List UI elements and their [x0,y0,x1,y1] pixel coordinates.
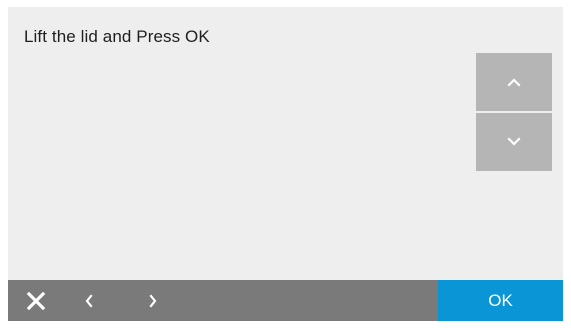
chevron-right-icon [149,293,157,308]
scroll-down-button[interactable] [476,113,552,171]
chevron-down-icon [507,137,521,146]
back-button[interactable] [74,280,104,321]
printer-panel-screen: Lift the lid and Press OK OK [8,7,563,321]
forward-button[interactable] [138,280,168,321]
instruction-message: Lift the lid and Press OK [24,27,210,46]
chevron-up-icon [507,78,521,87]
close-icon [27,291,45,310]
scroll-up-button[interactable] [476,53,552,111]
bottom-navigation-bar: OK [8,280,563,321]
close-button[interactable] [16,280,56,321]
ok-button[interactable]: OK [438,280,563,321]
chevron-left-icon [85,293,93,308]
